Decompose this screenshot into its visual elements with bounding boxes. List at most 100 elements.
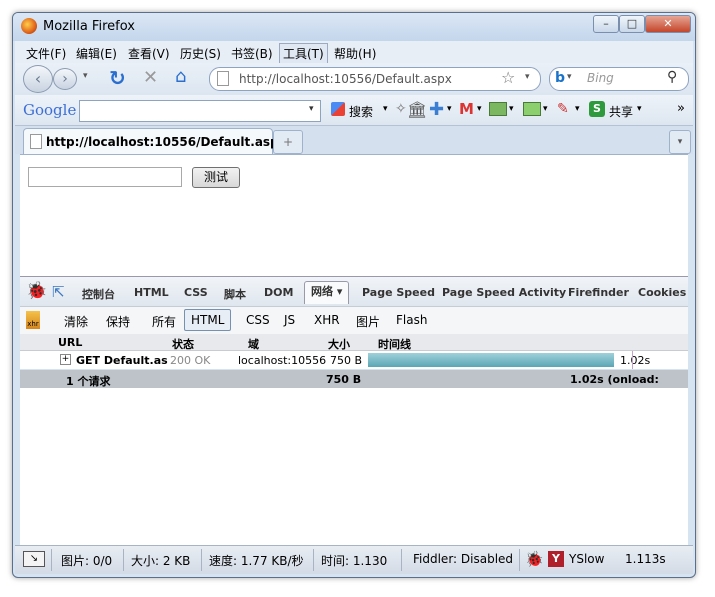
tab-default-aspx[interactable]: http://localhost:10556/Default.aspx <box>23 128 286 155</box>
google-search-input[interactable] <box>79 100 321 122</box>
photos-dropdown-icon[interactable]: ▾ <box>509 104 514 114</box>
status-separator <box>123 549 124 571</box>
forward-button[interactable]: › <box>53 68 77 90</box>
row-domain: localhost:10556 <box>238 354 327 367</box>
firebug-bug-icon[interactable]: 🐞 <box>26 281 47 301</box>
status-fiddler[interactable]: Fiddler: Disabled <box>413 552 513 566</box>
url-text[interactable]: http://localhost:10556/Default.aspx <box>239 72 452 86</box>
menu-view[interactable]: 查看(V) <box>125 44 173 63</box>
maximize-button[interactable]: □ <box>619 15 645 33</box>
net-clear-button[interactable]: 清除 <box>64 313 88 330</box>
net-filter-flash[interactable]: Flash <box>396 313 427 327</box>
bing-logo-icon[interactable]: b <box>555 70 565 86</box>
menu-help[interactable]: 帮助(H) <box>331 44 379 63</box>
expand-icon[interactable]: + <box>60 354 71 365</box>
bookmarks-dropdown-icon[interactable]: ▾ <box>575 104 580 114</box>
photos-icon[interactable] <box>489 102 507 116</box>
inspect-icon[interactable]: ⇱ <box>52 283 65 301</box>
firebug-tab-page-speed-activity[interactable]: Page Speed Activity <box>442 286 566 299</box>
tab-list-dropdown-icon[interactable]: ▾ <box>669 130 691 154</box>
column-domain[interactable]: 域 <box>248 336 259 352</box>
stop-icon[interactable]: ✕ <box>143 67 158 88</box>
close-button[interactable]: ✕ <box>645 15 691 33</box>
menu-history[interactable]: 历史(S) <box>177 44 224 63</box>
reload-icon[interactable]: ↻ <box>109 66 126 90</box>
table-row[interactable]: + GET Default.as 200 OK localhost:10556 … <box>20 351 688 369</box>
google-search-dropdown-icon[interactable]: ▾ <box>309 104 314 114</box>
history-dropdown-icon[interactable]: ▾ <box>83 71 88 81</box>
column-size[interactable]: 大小 <box>328 336 350 352</box>
firebug-tab-page-speed[interactable]: Page Speed <box>362 286 435 299</box>
minimize-button[interactable]: – <box>593 15 619 33</box>
status-tool-icon[interactable]: ↘ <box>23 551 45 567</box>
firebug-tab-html[interactable]: HTML <box>134 286 169 299</box>
firebug-tab-script[interactable]: 脚本 <box>224 286 246 302</box>
summary-size: 750 B <box>326 373 362 386</box>
menu-edit[interactable]: 编辑(E) <box>73 44 120 63</box>
status-yslow[interactable]: YSlow <box>569 552 604 566</box>
net-filter-css[interactable]: CSS <box>246 313 270 327</box>
google-search-button[interactable]: 搜索 <box>349 103 373 120</box>
home-icon[interactable]: ⌂ <box>175 66 186 87</box>
bank-icon[interactable]: 🏛 <box>407 100 427 119</box>
share-button[interactable]: 共享 <box>609 103 633 120</box>
xhr-icon[interactable]: xhr <box>26 311 40 329</box>
plus-icon[interactable]: ✚ <box>429 99 444 120</box>
search-placeholder[interactable]: Bing <box>587 71 614 85</box>
menu-bookmarks[interactable]: 书签(B) <box>228 44 276 63</box>
column-status[interactable]: 状态 <box>172 336 194 352</box>
google-search-icon[interactable] <box>331 102 345 116</box>
status-time: 时间: 1.130 <box>321 554 388 568</box>
firebug-tab-net[interactable]: 网络 ▾ <box>304 281 350 304</box>
net-filter-images[interactable]: 图片 <box>356 313 380 330</box>
back-button[interactable]: ‹ <box>23 65 53 93</box>
bookmarks-icon[interactable]: ✎ <box>557 101 569 117</box>
search-options-dropdown-icon[interactable]: ▾ <box>383 104 388 114</box>
tab-bar: http://localhost:10556/Default.aspx + ▾ <box>15 126 693 155</box>
search-icon[interactable]: ⚲ <box>667 69 677 85</box>
firebug-tab-css[interactable]: CSS <box>184 286 208 299</box>
highlight-icon[interactable]: ✧ <box>395 101 407 117</box>
row-status: 200 OK <box>170 354 211 367</box>
url-dropdown-icon[interactable]: ▾ <box>525 72 530 82</box>
navigation-toolbar: ‹ › ▾ ↻ ✕ ⌂ http://localhost:10556/Defau… <box>15 63 693 95</box>
menu-file[interactable]: 文件(F) <box>23 44 69 63</box>
gmail-icon[interactable]: M <box>459 100 474 118</box>
test-button[interactable]: 测试 <box>192 167 240 188</box>
net-summary-row: 1 个请求 750 B 1.02s (onload: 1.1s) <box>20 370 688 399</box>
summary-requests: 1 个请求 <box>66 375 111 388</box>
share-icon[interactable]: S <box>589 101 605 117</box>
net-persist-button[interactable]: 保持 <box>106 313 130 330</box>
column-url[interactable]: URL <box>58 336 82 349</box>
calendar-icon[interactable] <box>523 102 541 116</box>
bookmark-star-icon[interactable]: ☆ <box>501 68 515 87</box>
net-filter-all[interactable]: 所有 <box>152 313 176 330</box>
share-dropdown-icon[interactable]: ▾ <box>637 104 642 114</box>
firebug-status-icon[interactable]: 🐞 <box>525 550 544 568</box>
status-yslow-time: 1.113s <box>625 552 666 566</box>
net-filter-xhr[interactable]: XHR <box>314 313 340 327</box>
plus-dropdown-icon[interactable]: ▾ <box>447 104 452 114</box>
net-panel-body <box>20 388 688 545</box>
toolbar-overflow-button[interactable]: » <box>677 101 685 116</box>
status-separator <box>201 549 202 571</box>
text-input[interactable] <box>28 167 182 187</box>
firebug-tab-firefinder[interactable]: Firefinder <box>568 286 629 299</box>
yslow-icon[interactable]: Y <box>548 551 564 567</box>
calendar-dropdown-icon[interactable]: ▾ <box>543 104 548 114</box>
status-separator <box>313 549 314 571</box>
firebug-tab-cookies[interactable]: Cookies <box>638 286 686 299</box>
column-timeline[interactable]: 时间线 <box>378 336 411 352</box>
new-tab-button[interactable]: + <box>273 130 303 154</box>
firebug-tab-dom[interactable]: DOM <box>264 286 293 299</box>
net-filter-html[interactable]: HTML <box>184 309 232 331</box>
firebug-tab-console[interactable]: 控制台 <box>82 286 115 302</box>
firefox-logo-icon <box>21 18 37 34</box>
row-url[interactable]: GET Default.as <box>76 354 168 367</box>
search-engine-dropdown-icon[interactable]: ▾ <box>567 72 572 82</box>
gmail-dropdown-icon[interactable]: ▾ <box>477 104 482 114</box>
firebug-toolbar: 🐞 ⇱ 控制台 HTML CSS 脚本 DOM 网络 ▾ Page Speed … <box>20 276 688 307</box>
net-filter-js[interactable]: JS <box>284 313 295 327</box>
menu-tools[interactable]: 工具(T) <box>279 43 328 64</box>
tab-label[interactable]: http://localhost:10556/Default.aspx <box>46 135 286 149</box>
